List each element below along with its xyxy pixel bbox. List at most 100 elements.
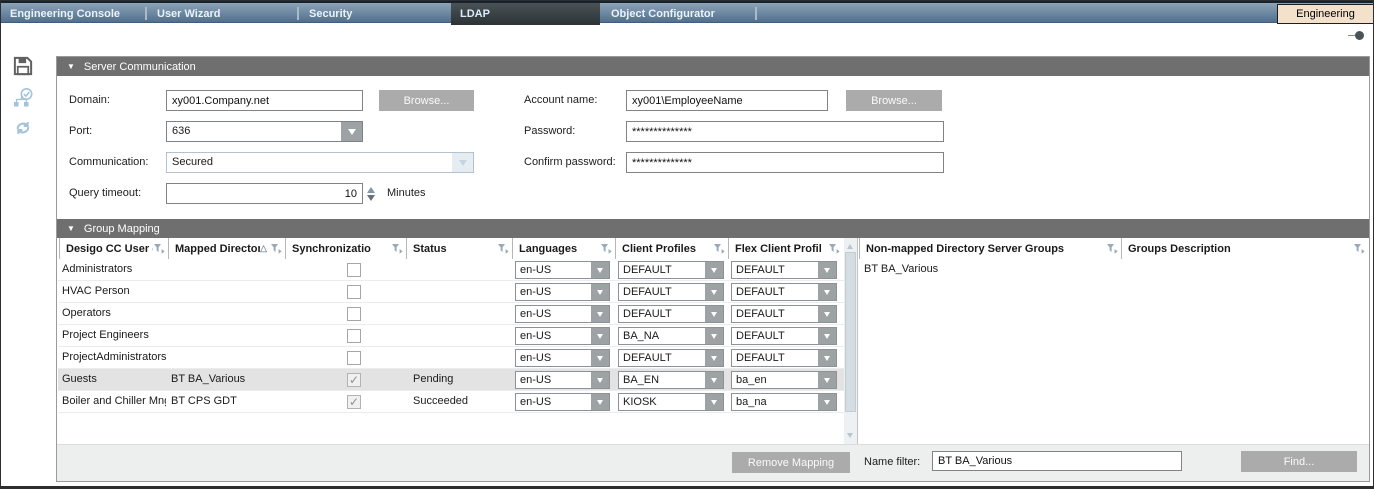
sync-checkbox[interactable] [347, 263, 361, 277]
flex-profile-dropdown[interactable]: DEFAULT [731, 283, 837, 301]
language-dropdown[interactable]: en-US [515, 305, 610, 323]
client-profile-dropdown[interactable]: DEFAULT [618, 261, 724, 279]
chevron-down-icon[interactable] [818, 372, 836, 388]
table-row[interactable]: Guests BT BA_Various Pending en-US BA_EN… [58, 369, 844, 391]
sync-checkbox[interactable] [347, 373, 361, 387]
server-communication-header[interactable]: ▼ Server Communication [57, 57, 1369, 76]
table-row[interactable]: Project Engineers en-US BA_NA DEFAULT [58, 325, 844, 347]
query-timeout-input[interactable] [166, 183, 363, 204]
filter-icon[interactable] [828, 243, 840, 254]
chevron-down-icon[interactable] [818, 306, 836, 322]
filter-icon[interactable] [497, 243, 509, 254]
sync-checkbox[interactable] [347, 395, 361, 409]
filter-icon[interactable] [153, 243, 165, 254]
password-input[interactable] [626, 121, 944, 142]
filter-icon[interactable] [600, 243, 612, 254]
chevron-down-icon[interactable] [705, 328, 723, 344]
language-dropdown[interactable]: en-US [515, 393, 610, 411]
table-row[interactable]: HVAC Person en-US DEFAULT DEFAULT [58, 281, 844, 303]
column-header-synchronization[interactable]: Synchronizatio [285, 238, 406, 259]
sync-checkbox[interactable] [347, 351, 361, 365]
tab-user-wizard[interactable]: User Wizard [148, 3, 299, 25]
client-profile-dropdown[interactable]: KIOSK [618, 393, 724, 411]
language-dropdown[interactable]: en-US [515, 371, 610, 389]
filter-icon[interactable] [1106, 243, 1118, 254]
sync-checkbox[interactable] [347, 285, 361, 299]
filter-icon[interactable] [270, 243, 282, 254]
client-profile-dropdown[interactable]: DEFAULT [618, 283, 724, 301]
group-mapping-header[interactable]: ▼ Group Mapping [57, 219, 1369, 238]
column-header-client-profiles[interactable]: Client Profiles [615, 238, 728, 259]
port-combobox[interactable]: 636 [166, 121, 363, 142]
name-filter-input[interactable] [932, 451, 1182, 471]
table-row[interactable]: ProjectAdministrators en-US DEFAULT DEFA… [58, 347, 844, 369]
chevron-down-icon[interactable] [591, 328, 609, 344]
column-header-user-group[interactable]: Desigo CC User ( [59, 238, 168, 259]
client-profile-dropdown[interactable]: BA_NA [618, 327, 724, 345]
domain-input[interactable] [166, 90, 363, 111]
chevron-down-icon[interactable] [818, 350, 836, 366]
up-down-spinner-icon[interactable] [364, 183, 377, 204]
tab-engineering-console[interactable]: Engineering Console [1, 3, 147, 25]
column-header-groups-description[interactable]: Groups Description [1121, 238, 1368, 259]
sync-checkbox[interactable] [347, 329, 361, 343]
filter-icon[interactable] [1353, 243, 1365, 254]
column-header-languages[interactable]: Languages [512, 238, 615, 259]
find-button[interactable]: Find... [1241, 451, 1357, 472]
confirm-password-input[interactable] [626, 152, 944, 173]
nonmapped-group-row[interactable]: BT BA_Various [859, 259, 1368, 281]
domain-browse-button[interactable]: Browse... [379, 90, 474, 111]
vertical-scrollbar[interactable] [844, 238, 857, 444]
chevron-down-icon[interactable] [705, 372, 723, 388]
chevron-down-icon[interactable] [341, 122, 362, 141]
remove-mapping-button[interactable]: Remove Mapping [732, 452, 850, 473]
account-name-input[interactable] [626, 90, 828, 111]
tab-security[interactable]: Security [300, 3, 450, 25]
chevron-down-icon[interactable] [705, 306, 723, 322]
filter-icon[interactable] [391, 243, 403, 254]
network-check-icon[interactable] [13, 87, 37, 109]
account-browse-button[interactable]: Browse... [846, 90, 942, 111]
chevron-down-icon[interactable] [818, 262, 836, 278]
chevron-down-icon[interactable] [591, 284, 609, 300]
chevron-down-icon[interactable] [705, 284, 723, 300]
chevron-down-icon[interactable] [591, 394, 609, 410]
column-header-status[interactable]: Status [406, 238, 512, 259]
column-header-nonmapped-groups[interactable]: Non-mapped Directory Server Groups [859, 238, 1121, 259]
refresh-icon[interactable] [13, 118, 37, 140]
tab-ldap[interactable]: LDAP [451, 3, 600, 25]
client-profile-dropdown[interactable]: DEFAULT [618, 305, 724, 323]
chevron-down-icon[interactable] [818, 394, 836, 410]
pin-icon[interactable] [1348, 31, 1364, 40]
tab-object-configurator[interactable]: Object Configurator [602, 3, 757, 25]
filter-icon[interactable] [713, 243, 725, 254]
chevron-down-icon[interactable] [591, 372, 609, 388]
flex-profile-dropdown[interactable]: ba_en [731, 371, 837, 389]
flex-profile-dropdown[interactable]: DEFAULT [731, 261, 837, 279]
language-dropdown[interactable]: en-US [515, 349, 610, 367]
chevron-down-icon[interactable] [818, 328, 836, 344]
chevron-down-icon[interactable] [818, 284, 836, 300]
sync-checkbox[interactable] [347, 307, 361, 321]
language-dropdown[interactable]: en-US [515, 261, 610, 279]
save-icon[interactable] [13, 56, 37, 78]
flex-profile-dropdown[interactable]: ba_na [731, 393, 837, 411]
column-header-mapped-directory[interactable]: Mapped Directory △ [168, 238, 285, 259]
table-row[interactable]: Administrators en-US DEFAULT DEFAULT [58, 259, 844, 281]
table-row[interactable]: Operators en-US DEFAULT DEFAULT [58, 303, 844, 325]
flex-profile-dropdown[interactable]: DEFAULT [731, 349, 837, 367]
table-row[interactable]: Boiler and Chiller Mng BT CPS GDT Succee… [58, 391, 844, 413]
engineering-mode-button[interactable]: Engineering [1277, 4, 1373, 24]
chevron-down-icon[interactable] [591, 262, 609, 278]
chevron-down-icon[interactable] [705, 262, 723, 278]
chevron-down-icon[interactable] [591, 306, 609, 322]
language-dropdown[interactable]: en-US [515, 283, 610, 301]
chevron-down-icon[interactable] [705, 350, 723, 366]
client-profile-dropdown[interactable]: DEFAULT [618, 349, 724, 367]
flex-profile-dropdown[interactable]: DEFAULT [731, 305, 837, 323]
communication-combobox[interactable]: Secured [166, 152, 474, 173]
flex-profile-dropdown[interactable]: DEFAULT [731, 327, 837, 345]
column-header-flex-client-profiles[interactable]: Flex Client Profil [728, 238, 843, 259]
scrollbar-thumb[interactable] [845, 252, 856, 412]
chevron-down-icon[interactable] [591, 350, 609, 366]
